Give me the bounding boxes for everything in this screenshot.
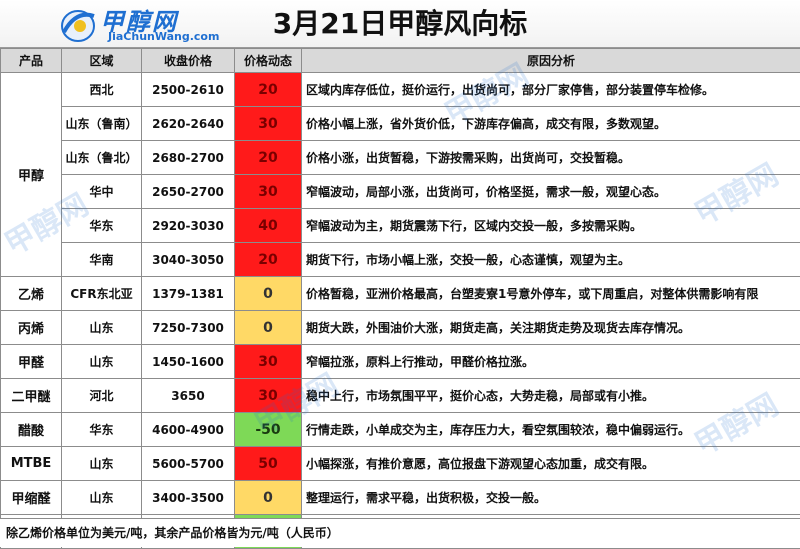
dynamic-cell: 20	[235, 141, 302, 175]
region-cell: CFR东北亚	[62, 277, 142, 311]
dynamic-cell: 0	[235, 277, 302, 311]
dynamic-cell: 30	[235, 379, 302, 413]
table-row: 丙烯山东7250-73000期货大跌，外围油价大涨，期货走高，关注期货走势及现货…	[1, 311, 800, 345]
header-bar: 甲醇网 JiaChunWang.com 3月21日甲醇风向标	[0, 0, 800, 48]
dynamic-cell: 20	[235, 73, 302, 107]
dynamic-cell: 30	[235, 175, 302, 209]
product-cell: MTBE	[1, 447, 62, 481]
header-reason: 原因分析	[302, 49, 800, 73]
price-cell: 2620-2640	[142, 107, 235, 141]
table-row: 山东（鲁北）2680-270020价格小涨，出货暂稳，下游按需采购，出货尚可，交…	[1, 141, 800, 175]
product-cell: 醋酸	[1, 413, 62, 447]
reason-cell: 整理运行，需求平稳，出货积极，交投一般。	[302, 481, 800, 515]
region-cell: 华中	[62, 175, 142, 209]
product-cell: 二甲醚	[1, 379, 62, 413]
reason-cell: 稳中上行，市场氛围平平，挺价心态，大势走稳，局部或有小推。	[302, 379, 800, 413]
price-table-image: 甲醇网 JiaChunWang.com 3月21日甲醇风向标 产品 区域 收盘价…	[0, 0, 800, 547]
reason-cell: 小幅探涨，有推价意愿，高位报盘下游观望心态加重，成交有限。	[302, 447, 800, 481]
table-row: 乙烯CFR东北亚1379-13810价格暂稳，亚洲价格最高，台塑麦寮1号意外停车…	[1, 277, 800, 311]
dynamic-cell: 40	[235, 209, 302, 243]
product-cell: 乙烯	[1, 277, 62, 311]
reason-cell: 期货大跌，外围油价大涨，期货走高，关注期货走势及现货去库存情况。	[302, 311, 800, 345]
region-cell: 河北	[62, 379, 142, 413]
region-cell: 山东	[62, 311, 142, 345]
dynamic-cell: 50	[235, 447, 302, 481]
dynamic-cell: 0	[235, 311, 302, 345]
price-cell: 4600-4900	[142, 413, 235, 447]
region-cell: 华南	[62, 243, 142, 277]
product-cell: 甲醇	[1, 73, 62, 277]
dynamic-cell: 30	[235, 345, 302, 379]
product-cell: 丙烯	[1, 311, 62, 345]
region-cell: 山东	[62, 447, 142, 481]
region-cell: 山东（鲁南）	[62, 107, 142, 141]
product-cell: 甲缩醛	[1, 481, 62, 515]
region-cell: 华东	[62, 209, 142, 243]
price-cell: 3650	[142, 379, 235, 413]
table-row: 二甲醚河北365030稳中上行，市场氛围平平，挺价心态，大势走稳，局部或有小推。	[1, 379, 800, 413]
reason-cell: 窄幅拉涨，原料上行推动，甲醛价格拉涨。	[302, 345, 800, 379]
footer-note: 除乙烯价格单位为美元/吨，其余产品价格皆为元/吨（人民币）	[0, 518, 800, 547]
region-cell: 山东	[62, 481, 142, 515]
dynamic-cell: -50	[235, 413, 302, 447]
region-cell: 华东	[62, 413, 142, 447]
dynamic-cell: 20	[235, 243, 302, 277]
price-cell: 2500-2610	[142, 73, 235, 107]
reason-cell: 价格小幅上涨，省外货价低，下游库存偏高，成交有限，多数观望。	[302, 107, 800, 141]
region-cell: 山东（鲁北）	[62, 141, 142, 175]
table-row: 甲醛山东1450-160030窄幅拉涨，原料上行推动，甲醛价格拉涨。	[1, 345, 800, 379]
table-row: 华东2920-303040窄幅波动为主，期货震荡下行，区域内交投一般，多按需采购…	[1, 209, 800, 243]
table-row: 山东（鲁南）2620-264030价格小幅上涨，省外货价低，下游库存偏高，成交有…	[1, 107, 800, 141]
price-table: 产品 区域 收盘价格 价格动态 原因分析 甲醇西北2500-261020区域内库…	[0, 48, 800, 549]
table-header-row: 产品 区域 收盘价格 价格动态 原因分析	[1, 49, 800, 73]
price-cell: 2920-3030	[142, 209, 235, 243]
price-cell: 3040-3050	[142, 243, 235, 277]
product-cell: 甲醛	[1, 345, 62, 379]
table-row: 华中2650-270030窄幅波动，局部小涨，出货尚可，价格坚挺，需求一般，观望…	[1, 175, 800, 209]
price-cell: 1450-1600	[142, 345, 235, 379]
reason-cell: 期货下行，市场小幅上涨，交投一般，心态谨慎，观望为主。	[302, 243, 800, 277]
header-price: 收盘价格	[142, 49, 235, 73]
price-cell: 2680-2700	[142, 141, 235, 175]
dynamic-cell: 30	[235, 107, 302, 141]
region-cell: 西北	[62, 73, 142, 107]
reason-cell: 窄幅波动，局部小涨，出货尚可，价格坚挺，需求一般，观望心态。	[302, 175, 800, 209]
dynamic-cell: 0	[235, 481, 302, 515]
table-row: 华南3040-305020期货下行，市场小幅上涨，交投一般，心态谨慎，观望为主。	[1, 243, 800, 277]
price-cell: 3400-3500	[142, 481, 235, 515]
price-cell: 5600-5700	[142, 447, 235, 481]
price-cell: 7250-7300	[142, 311, 235, 345]
reason-cell: 区域内库存低位，挺价运行，出货尚可，部分厂家停售，部分装置停车检修。	[302, 73, 800, 107]
reason-cell: 价格小涨，出货暂稳，下游按需采购，出货尚可，交投暂稳。	[302, 141, 800, 175]
table-row: 甲醇西北2500-261020区域内库存低位，挺价运行，出货尚可，部分厂家停售，…	[1, 73, 800, 107]
reason-cell: 窄幅波动为主，期货震荡下行，区域内交投一般，多按需采购。	[302, 209, 800, 243]
price-cell: 2650-2700	[142, 175, 235, 209]
reason-cell: 价格暂稳，亚洲价格最高，台塑麦寮1号意外停车，或下周重启，对整体供需影响有限	[302, 277, 800, 311]
table-row: MTBE山东5600-570050小幅探涨，有推价意愿，高位报盘下游观望心态加重…	[1, 447, 800, 481]
table-row: 甲缩醛山东3400-35000整理运行，需求平稳，出货积极，交投一般。	[1, 481, 800, 515]
region-cell: 山东	[62, 345, 142, 379]
table-row: 醋酸华东4600-4900-50行情走跌，小单成交为主，库存压力大，看空氛围较浓…	[1, 413, 800, 447]
header-dynamic: 价格动态	[235, 49, 302, 73]
table-body: 甲醇西北2500-261020区域内库存低位，挺价运行，出货尚可，部分厂家停售，…	[1, 73, 800, 549]
price-cell: 1379-1381	[142, 277, 235, 311]
page-title: 3月21日甲醇风向标	[0, 0, 800, 48]
header-product: 产品	[1, 49, 62, 73]
reason-cell: 行情走跌，小单成交为主，库存压力大，看空氛围较浓，稳中偏弱运行。	[302, 413, 800, 447]
header-region: 区域	[62, 49, 142, 73]
